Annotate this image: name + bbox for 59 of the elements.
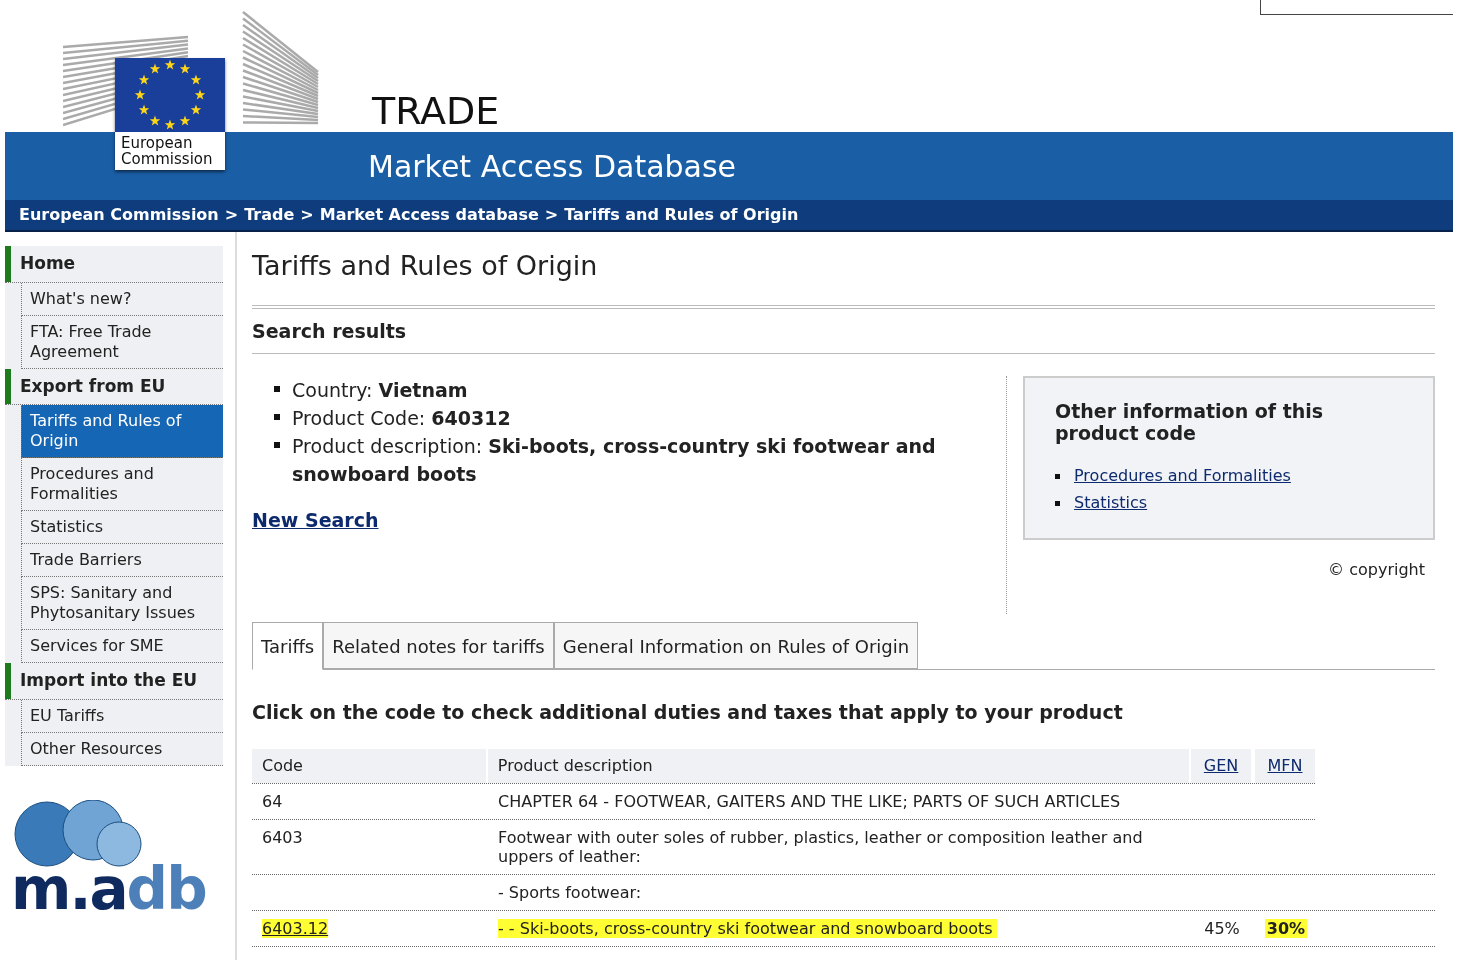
- mfn-rate: 30%: [1264, 918, 1308, 938]
- logo-text: db: [126, 859, 206, 918]
- info-heading: Other information of this product code: [1055, 400, 1325, 444]
- gen-rate: 45%: [1204, 918, 1240, 938]
- breadcrumb-link[interactable]: Market Access database: [319, 203, 539, 227]
- search-box[interactable]: [1260, 0, 1453, 15]
- code-link[interactable]: 6403.12: [262, 918, 329, 938]
- bullet-icon: [1055, 500, 1060, 506]
- column-header-link[interactable]: GEN: [1191, 748, 1252, 783]
- breadcrumb-separator: >: [300, 204, 314, 226]
- description-cell-text: - Sports footwear:: [498, 882, 643, 902]
- instruction-text: Click on the code to check additional duties and taxes that apply to your product: [252, 700, 1124, 725]
- column-header: Code: [252, 748, 486, 783]
- sidebar-item[interactable]: What's new?: [21, 282, 223, 316]
- tab[interactable]: Tariffs: [252, 622, 324, 670]
- bullet-icon: [1055, 473, 1060, 479]
- site-title: Market Access Database: [368, 147, 737, 186]
- section-marker: [5, 368, 11, 404]
- description-cell: - - Ski-boots, cross-country ski footwear and snowboard boots: [498, 918, 997, 938]
- breadcrumb-separator: >: [224, 204, 239, 226]
- logo-text: m.a: [11, 859, 127, 918]
- column-header: Product description: [487, 748, 1190, 783]
- breadcrumb-link[interactable]: European Commission: [19, 203, 219, 227]
- sidebar-item[interactable]: Other Resources: [21, 732, 223, 766]
- sidebar-item[interactable]: Tariffs and Rules of Origin: [21, 405, 223, 458]
- sidebar-item[interactable]: Trade Barriers: [21, 544, 223, 577]
- code-cell: 64: [262, 791, 283, 811]
- site-section: TRADE: [372, 92, 500, 130]
- breadcrumb-separator: >: [544, 204, 559, 226]
- description-cell-text: Footwear with outer soles of rubber, plastics, leather or composition leather and uppers of leather:: [498, 827, 1144, 866]
- info-link[interactable]: Procedures and Formalities: [1074, 464, 1291, 488]
- sidebar-item[interactable]: FTA: Free Trade Agreement: [21, 315, 223, 369]
- tab[interactable]: General Information on Rules of Origin: [553, 622, 919, 669]
- info-link[interactable]: Statistics: [1074, 491, 1148, 515]
- sidebar-item[interactable]: SPS: Sanitary and Phytosanitary Issues: [21, 577, 223, 630]
- search-criterion: Country: Vietnam: [292, 378, 468, 403]
- bullet-icon: [274, 442, 280, 448]
- sidebar-item[interactable]: Statistics: [21, 511, 223, 544]
- breadcrumb-link[interactable]: Trade: [244, 203, 295, 227]
- description-cell-text: CHAPTER 64 - FOOTWEAR, GAITERS AND THE LIKE; PARTS OF SUCH ARTICLES: [498, 791, 1122, 811]
- logo-caption: European Commission: [120, 133, 214, 170]
- sidebar-item[interactable]: Services for SME: [21, 630, 223, 663]
- code-cell: 6403: [262, 827, 303, 847]
- sidebar-item[interactable]: EU Tariffs: [21, 699, 223, 733]
- bullet-icon: [274, 414, 280, 420]
- breadcrumb-link[interactable]: Tariffs and Rules of Origin: [564, 203, 799, 227]
- new-search-link[interactable]: New Search: [252, 506, 379, 535]
- search-criterion: Product Code: 640312: [292, 406, 511, 431]
- section-heading: Search results: [252, 308, 1435, 354]
- column-header-link[interactable]: MFN: [1255, 748, 1315, 783]
- section-marker: [5, 246, 11, 282]
- copyright-text: © copyright: [1328, 560, 1425, 579]
- search-criterion: Product description: Ski-boots, cross-country ski footwear and snowboard boots: [292, 434, 937, 487]
- bullet-icon: [274, 386, 280, 392]
- page-title: Tariffs and Rules of Origin: [252, 246, 1435, 309]
- tab[interactable]: Related notes for tariffs: [323, 622, 554, 669]
- sidebar-item[interactable]: Procedures and Formalities: [21, 458, 223, 511]
- eu-flag-icon: [115, 58, 225, 132]
- section-marker: [5, 663, 11, 699]
